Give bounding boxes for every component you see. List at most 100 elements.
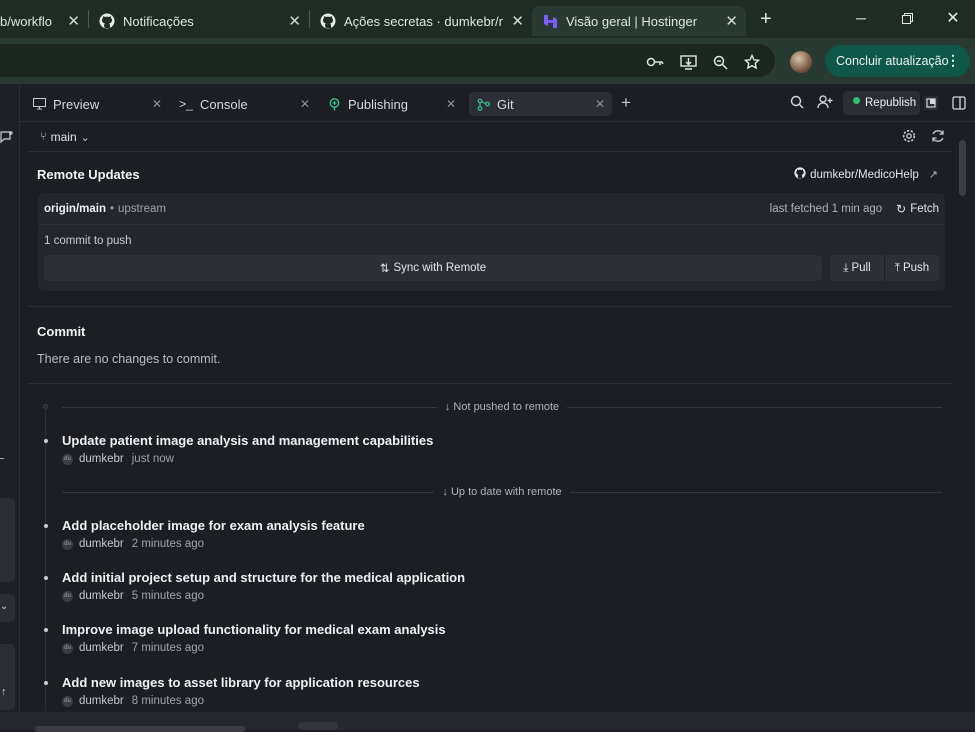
commit-item[interactable]: Add placeholder image for exam analysis … — [28, 518, 928, 558]
refresh-icon: ↻ — [896, 201, 907, 216]
sync-label: Sync with Remote — [393, 262, 487, 274]
install-app-icon[interactable] — [679, 53, 697, 71]
close-icon[interactable]: ✕ — [511, 12, 524, 30]
new-tab-button[interactable]: + — [760, 8, 772, 31]
browser-tab-hostinger[interactable]: Visão geral | Hostinger ✕ — [532, 6, 746, 36]
divider — [28, 306, 952, 307]
commit-bullet — [44, 628, 48, 632]
republish-button[interactable]: Republish — [843, 91, 920, 115]
commit-author: dumkebr — [79, 590, 124, 602]
panel-toggle-icon[interactable] — [924, 96, 938, 110]
remote-box: origin/main • upstream last fetched 1 mi… — [38, 193, 945, 291]
refresh-icon[interactable] — [931, 129, 945, 146]
close-icon[interactable]: ✕ — [67, 12, 80, 30]
scrollbar[interactable] — [956, 127, 970, 712]
password-key-icon[interactable] — [646, 53, 664, 71]
left-sidebar-strip: ⌄ ↑ — [0, 84, 20, 730]
commit-item[interactable]: Add initial project setup and structure … — [28, 570, 928, 610]
taskbar-item[interactable] — [35, 726, 245, 732]
external-link-icon: ↗ — [928, 169, 938, 181]
publishing-icon — [326, 97, 342, 111]
update-button-label: Concluir atualização — [836, 54, 949, 68]
tab-console[interactable]: >_ Console ✕ — [178, 92, 318, 116]
sync-arrows-icon: ⇅ — [379, 263, 390, 275]
browser-tab-notificacoes[interactable]: Notificações ✕ — [89, 6, 309, 36]
status-dot — [853, 97, 860, 104]
author-avatar: du — [62, 538, 73, 550]
pull-push-group: ⤓ Pull ⤒ Push — [830, 255, 939, 281]
tab-label: Git — [497, 96, 514, 112]
close-icon[interactable]: ✕ — [446, 97, 456, 111]
commit-time: 5 minutes ago — [131, 590, 204, 602]
fetch-button[interactable]: ↻ Fetch — [896, 202, 939, 216]
browser-tab-workflow[interactable]: b/workflo ✕ — [0, 6, 88, 36]
sidebar-mark — [0, 458, 4, 459]
scrollbar-thumb[interactable] — [959, 140, 966, 196]
remote-branch: origin/main — [44, 202, 106, 215]
update-button[interactable]: Concluir atualização ⋮ — [825, 45, 970, 77]
author-avatar: du — [62, 590, 73, 602]
profile-avatar[interactable] — [790, 51, 812, 73]
close-icon[interactable]: ✕ — [725, 12, 738, 30]
minimize-button[interactable]: ─ — [838, 0, 884, 36]
sync-button[interactable]: ⇅ Sync with Remote — [44, 255, 822, 281]
chat-add-icon[interactable] — [0, 130, 14, 149]
no-changes-text: There are no changes to commit. — [37, 352, 221, 366]
commit-item[interactable]: Add new images to asset library for appl… — [28, 675, 928, 710]
sidebar-panel — [0, 498, 15, 582]
add-user-icon[interactable] — [817, 95, 833, 114]
tab-preview[interactable]: Preview ✕ — [31, 92, 171, 116]
last-fetched: last fetched 1 min ago — [769, 202, 883, 215]
pull-button[interactable]: ⤓ Pull — [830, 255, 885, 281]
repo-link[interactable]: dumkebr/MedicoHelp ↗ — [794, 167, 938, 182]
commit-time: 7 minutes ago — [131, 642, 204, 654]
author-avatar: du — [62, 453, 73, 465]
tab-title: Ações secretas · dumkebr/m — [344, 13, 504, 29]
bookmark-star-icon[interactable] — [743, 53, 761, 71]
tab-label: Publishing — [348, 96, 408, 112]
commit-message: Add placeholder image for exam analysis … — [62, 518, 365, 533]
sidebar-input-panel[interactable]: ↑ — [0, 644, 15, 710]
address-bar-row: Concluir atualização ⋮ — [0, 38, 975, 84]
restore-button[interactable] — [884, 0, 930, 36]
republish-label: Republish — [865, 97, 917, 109]
browser-tab-bar: b/workflo ✕ Notificações ✕ Ações secreta… — [0, 0, 975, 38]
arrow-down-icon: ↓ — [442, 486, 451, 498]
push-button[interactable]: ⤒ Push — [885, 255, 939, 281]
browser-tab-acoes-secretas[interactable]: Ações secretas · dumkebr/m ✕ — [310, 6, 532, 36]
settings-gear-icon[interactable] — [902, 129, 916, 146]
branch-selector[interactable]: ⑂ main ⌄ — [40, 130, 90, 144]
commit-title: Commit — [37, 324, 86, 339]
fetch-label: Fetch — [910, 202, 939, 215]
commit-item[interactable]: Improve image upload functionality for m… — [28, 622, 928, 662]
push-label: Push — [902, 262, 930, 274]
download-icon: ⤓ — [843, 261, 849, 274]
close-icon[interactable]: ✕ — [288, 12, 301, 30]
tab-publishing[interactable]: Publishing ✕ — [326, 92, 466, 116]
zoom-icon[interactable] — [711, 53, 729, 71]
repo-name: dumkebr/MedicoHelp — [810, 168, 919, 181]
close-icon[interactable]: ✕ — [595, 97, 605, 111]
search-icon[interactable] — [790, 95, 804, 114]
commit-time: just now — [131, 453, 174, 465]
tab-git[interactable]: Git ✕ — [469, 92, 612, 116]
arrow-up-icon[interactable]: ↑ — [1, 686, 7, 698]
author-avatar: du — [62, 695, 73, 707]
author-avatar: du — [62, 642, 73, 654]
taskbar-item[interactable] — [298, 722, 338, 730]
pull-label: Pull — [851, 262, 871, 274]
close-icon[interactable]: ✕ — [152, 97, 162, 111]
separator-dot: • — [109, 202, 115, 215]
remote-updates-title: Remote Updates — [37, 167, 140, 182]
commit-time: 8 minutes ago — [131, 695, 204, 707]
upstream-label: upstream — [118, 202, 166, 215]
monitor-icon — [31, 98, 47, 110]
chevron-down-icon[interactable]: ⌄ — [0, 594, 15, 622]
close-icon[interactable]: ✕ — [300, 97, 310, 111]
commit-item[interactable]: Update patient image analysis and manage… — [28, 433, 928, 473]
branch-name: main — [50, 130, 77, 144]
add-tab-button[interactable]: + — [621, 93, 631, 113]
close-window-button[interactable]: ✕ — [930, 0, 975, 36]
commit-bullet — [44, 524, 48, 528]
split-view-icon[interactable] — [952, 96, 966, 115]
